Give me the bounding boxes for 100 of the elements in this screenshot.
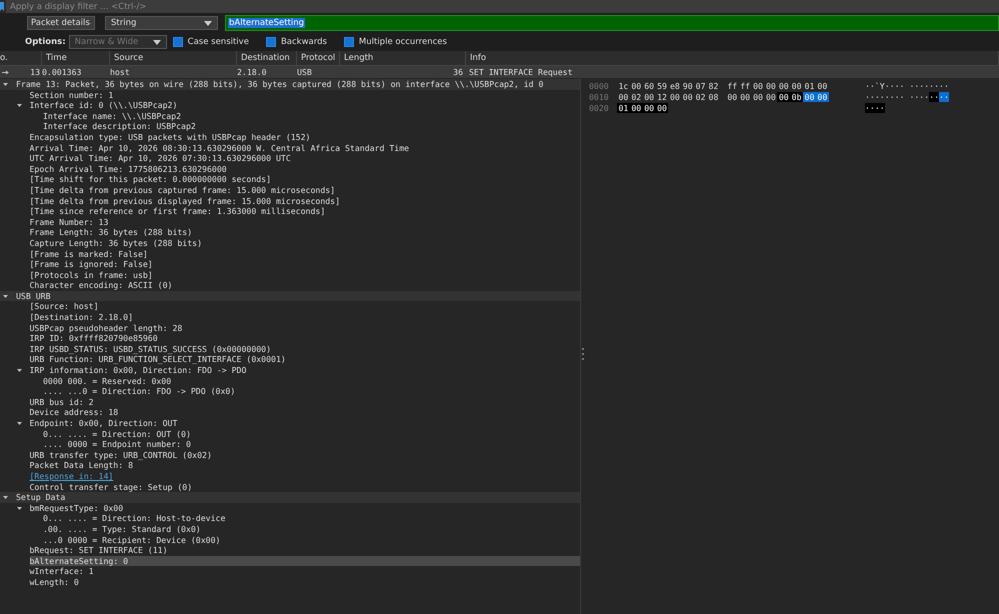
column-header[interactable]: o. <box>0 51 42 65</box>
bookmark-icon[interactable] <box>0 2 4 11</box>
response-link[interactable]: [Response in: 14] <box>30 470 114 482</box>
ascii-text[interactable]: ···· <box>865 102 885 112</box>
column-header[interactable]: Source <box>110 51 237 65</box>
tree-item[interactable]: .... ...0 = Direction: FDO -> PDO (0x0) <box>43 386 580 397</box>
hex-byte[interactable]: 00 <box>752 92 764 102</box>
hex-byte[interactable]: 00 <box>816 92 829 102</box>
tree-item[interactable]: wLength: 0 <box>30 576 580 588</box>
tree-item[interactable]: bmRequestType: 0x00 <box>30 502 580 514</box>
hex-byte[interactable]: 00 <box>668 92 682 102</box>
tree-item[interactable]: USB URB <box>16 290 580 302</box>
ascii-text[interactable]: ········ <box>865 92 904 102</box>
expanded-arrow-icon[interactable] <box>3 494 8 500</box>
display-filter-field[interactable]: Apply a display filter … <Ctrl-/> <box>6 0 999 13</box>
tree-item[interactable]: [Time shift for this packet: 0.000000000 seconds] <box>30 174 580 185</box>
tree-item[interactable]: Character encoding: ASCII (0) <box>30 280 580 291</box>
tree-item[interactable]: URB Function: URB_FUNCTION_SELECT_INTERFACE (0x0001) <box>30 354 580 366</box>
tree-item[interactable]: Packet Data Length: 8 <box>30 460 580 471</box>
tree-item[interactable]: [Time delta from previous displayed frame: 15.000 microseconds] <box>30 196 580 206</box>
hex-byte[interactable]: 00 <box>681 92 694 102</box>
hex-byte[interactable]: 60 <box>642 80 656 90</box>
hex-byte[interactable]: 01 <box>617 102 630 112</box>
tree-item[interactable]: bAlternateSetting: 0 <box>30 556 580 566</box>
packet-row[interactable]: 13 0.001363 host 2.18.0 USB 36 SET INTERFACE Request <box>0 66 999 78</box>
hex-byte[interactable]: ff <box>726 80 739 90</box>
hex-byte[interactable]: 90 <box>681 80 694 90</box>
hex-byte[interactable]: 00 <box>764 80 778 90</box>
splitter-handle-icon[interactable] <box>582 348 584 360</box>
hex-byte[interactable]: 07 <box>694 80 708 90</box>
tree-item[interactable]: Epoch Arrival Time: 1775806213.630296000 <box>30 164 580 174</box>
hex-byte[interactable]: e8 <box>668 80 682 90</box>
tree-item[interactable]: Setup Data <box>16 492 580 503</box>
column-header[interactable]: Time <box>42 51 110 65</box>
checkbox[interactable]: Multiple occurrences <box>344 37 447 47</box>
hex-byte[interactable]: 02 <box>630 92 643 102</box>
tree-item[interactable]: IRP USBD_STATUS: USBD_STATUS_SUCCESS (0x00000000) <box>30 344 580 354</box>
ascii-text[interactable]: ···· <box>909 92 930 102</box>
hex-byte[interactable]: 08 <box>707 92 720 102</box>
tree-item[interactable]: 0... .... = Direction: Host-to-device <box>43 513 580 524</box>
tree-item[interactable]: Encapsulation type: USB packets with USBPcap header (152) <box>30 132 580 143</box>
hex-byte[interactable]: 00 <box>738 92 752 102</box>
tree-item[interactable]: [Frame is marked: False] <box>30 248 580 260</box>
tree-item[interactable]: IRP ID: 0xffff820790e85960 <box>30 333 580 344</box>
ascii-text[interactable]: ··`Y···· <box>865 80 904 90</box>
ascii-text[interactable]: ········ <box>909 80 949 90</box>
hex-byte[interactable]: 12 <box>656 92 668 102</box>
hex-byte[interactable]: 02 <box>694 92 708 102</box>
hex-byte[interactable]: 00 <box>764 92 778 102</box>
ascii-text[interactable]: ·· <box>939 92 949 102</box>
search-field[interactable]: bAlternateSetting <box>225 15 999 31</box>
hex-byte[interactable]: 00 <box>617 92 630 102</box>
hex-byte[interactable]: 00 <box>656 102 668 112</box>
tree-item[interactable]: Capture Length: 36 bytes (288 bits) <box>30 238 580 248</box>
hex-byte[interactable]: 00 <box>816 80 829 90</box>
tree-item[interactable]: 0... .... = Direction: OUT (0) <box>43 428 580 440</box>
tree-item[interactable]: [Source: host] <box>30 301 580 312</box>
hex-byte[interactable]: 59 <box>656 80 668 90</box>
ascii-text[interactable]: ·· <box>929 92 940 102</box>
tree-item[interactable]: bRequest: SET INTERFACE (11) <box>30 545 580 556</box>
search-type-dropdown[interactable]: String <box>105 16 218 30</box>
tree-item[interactable]: [Destination: 2.18.0] <box>30 312 580 323</box>
search-in-dropdown[interactable]: Packet details <box>27 16 95 30</box>
hex-byte[interactable]: 00 <box>642 102 656 112</box>
tree-item[interactable]: Frame Number: 13 <box>30 216 580 228</box>
tree-item[interactable]: [Protocols in frame: usb] <box>30 270 580 280</box>
hex-byte[interactable]: 01 <box>803 80 816 90</box>
tree-item[interactable]: 0000 000. = Reserved: 0x00 <box>43 376 580 386</box>
tree-item[interactable]: wInterface: 1 <box>30 566 580 577</box>
expanded-arrow-icon[interactable] <box>16 102 22 108</box>
tree-item[interactable]: .... 0000 = Endpoint number: 0 <box>43 439 580 450</box>
hex-byte[interactable]: 00 <box>777 92 790 102</box>
column-header[interactable]: Protocol <box>297 51 340 65</box>
expanded-arrow-icon[interactable] <box>16 506 22 511</box>
column-header[interactable]: Info <box>466 51 999 65</box>
column-header[interactable]: Length <box>340 51 466 65</box>
expanded-arrow-icon[interactable] <box>16 368 22 373</box>
tree-item[interactable]: Control transfer stage: Setup (0) <box>30 482 580 492</box>
expanded-arrow-icon[interactable] <box>3 82 8 87</box>
checkbox[interactable]: Backwards <box>266 37 327 47</box>
tree-item[interactable]: Interface name: \\.\USBPcap2 <box>43 110 580 122</box>
hex-byte[interactable]: 00 <box>642 92 656 102</box>
hex-byte[interactable]: 82 <box>707 80 720 90</box>
hex-byte[interactable]: 0b <box>790 92 804 102</box>
tree-item[interactable]: Device address: 18 <box>30 407 580 418</box>
tree-item[interactable]: Endpoint: 0x00, Direction: OUT <box>30 418 580 429</box>
hex-byte[interactable]: 00 <box>803 92 816 102</box>
tree-item[interactable]: [Time delta from previous captured frame: 15.000 microseconds] <box>30 184 580 196</box>
hex-byte[interactable]: 00 <box>777 80 790 90</box>
hex-byte[interactable]: 00 <box>752 80 764 90</box>
tree-item[interactable]: IRP information: 0x00, Direction: FDO -> PDO <box>30 365 580 376</box>
column-header[interactable]: Destination <box>237 51 297 65</box>
tree-item[interactable]: Frame Length: 36 bytes (288 bits) <box>30 227 580 238</box>
tree-item[interactable]: URB bus id: 2 <box>30 396 580 408</box>
hex-byte[interactable]: 00 <box>790 80 804 90</box>
tree-item[interactable]: UTC Arrival Time: Apr 10, 2026 07:30:13.630296000 UTC <box>30 153 580 164</box>
hex-byte[interactable]: ff <box>738 80 752 90</box>
tree-item[interactable]: [Time since reference or first frame: 1.363000 milliseconds] <box>30 206 580 217</box>
tree-item[interactable]: ...0 0000 = Recipient: Device (0x00) <box>43 534 580 546</box>
tree-item[interactable]: Interface description: USBPcap2 <box>43 121 580 132</box>
